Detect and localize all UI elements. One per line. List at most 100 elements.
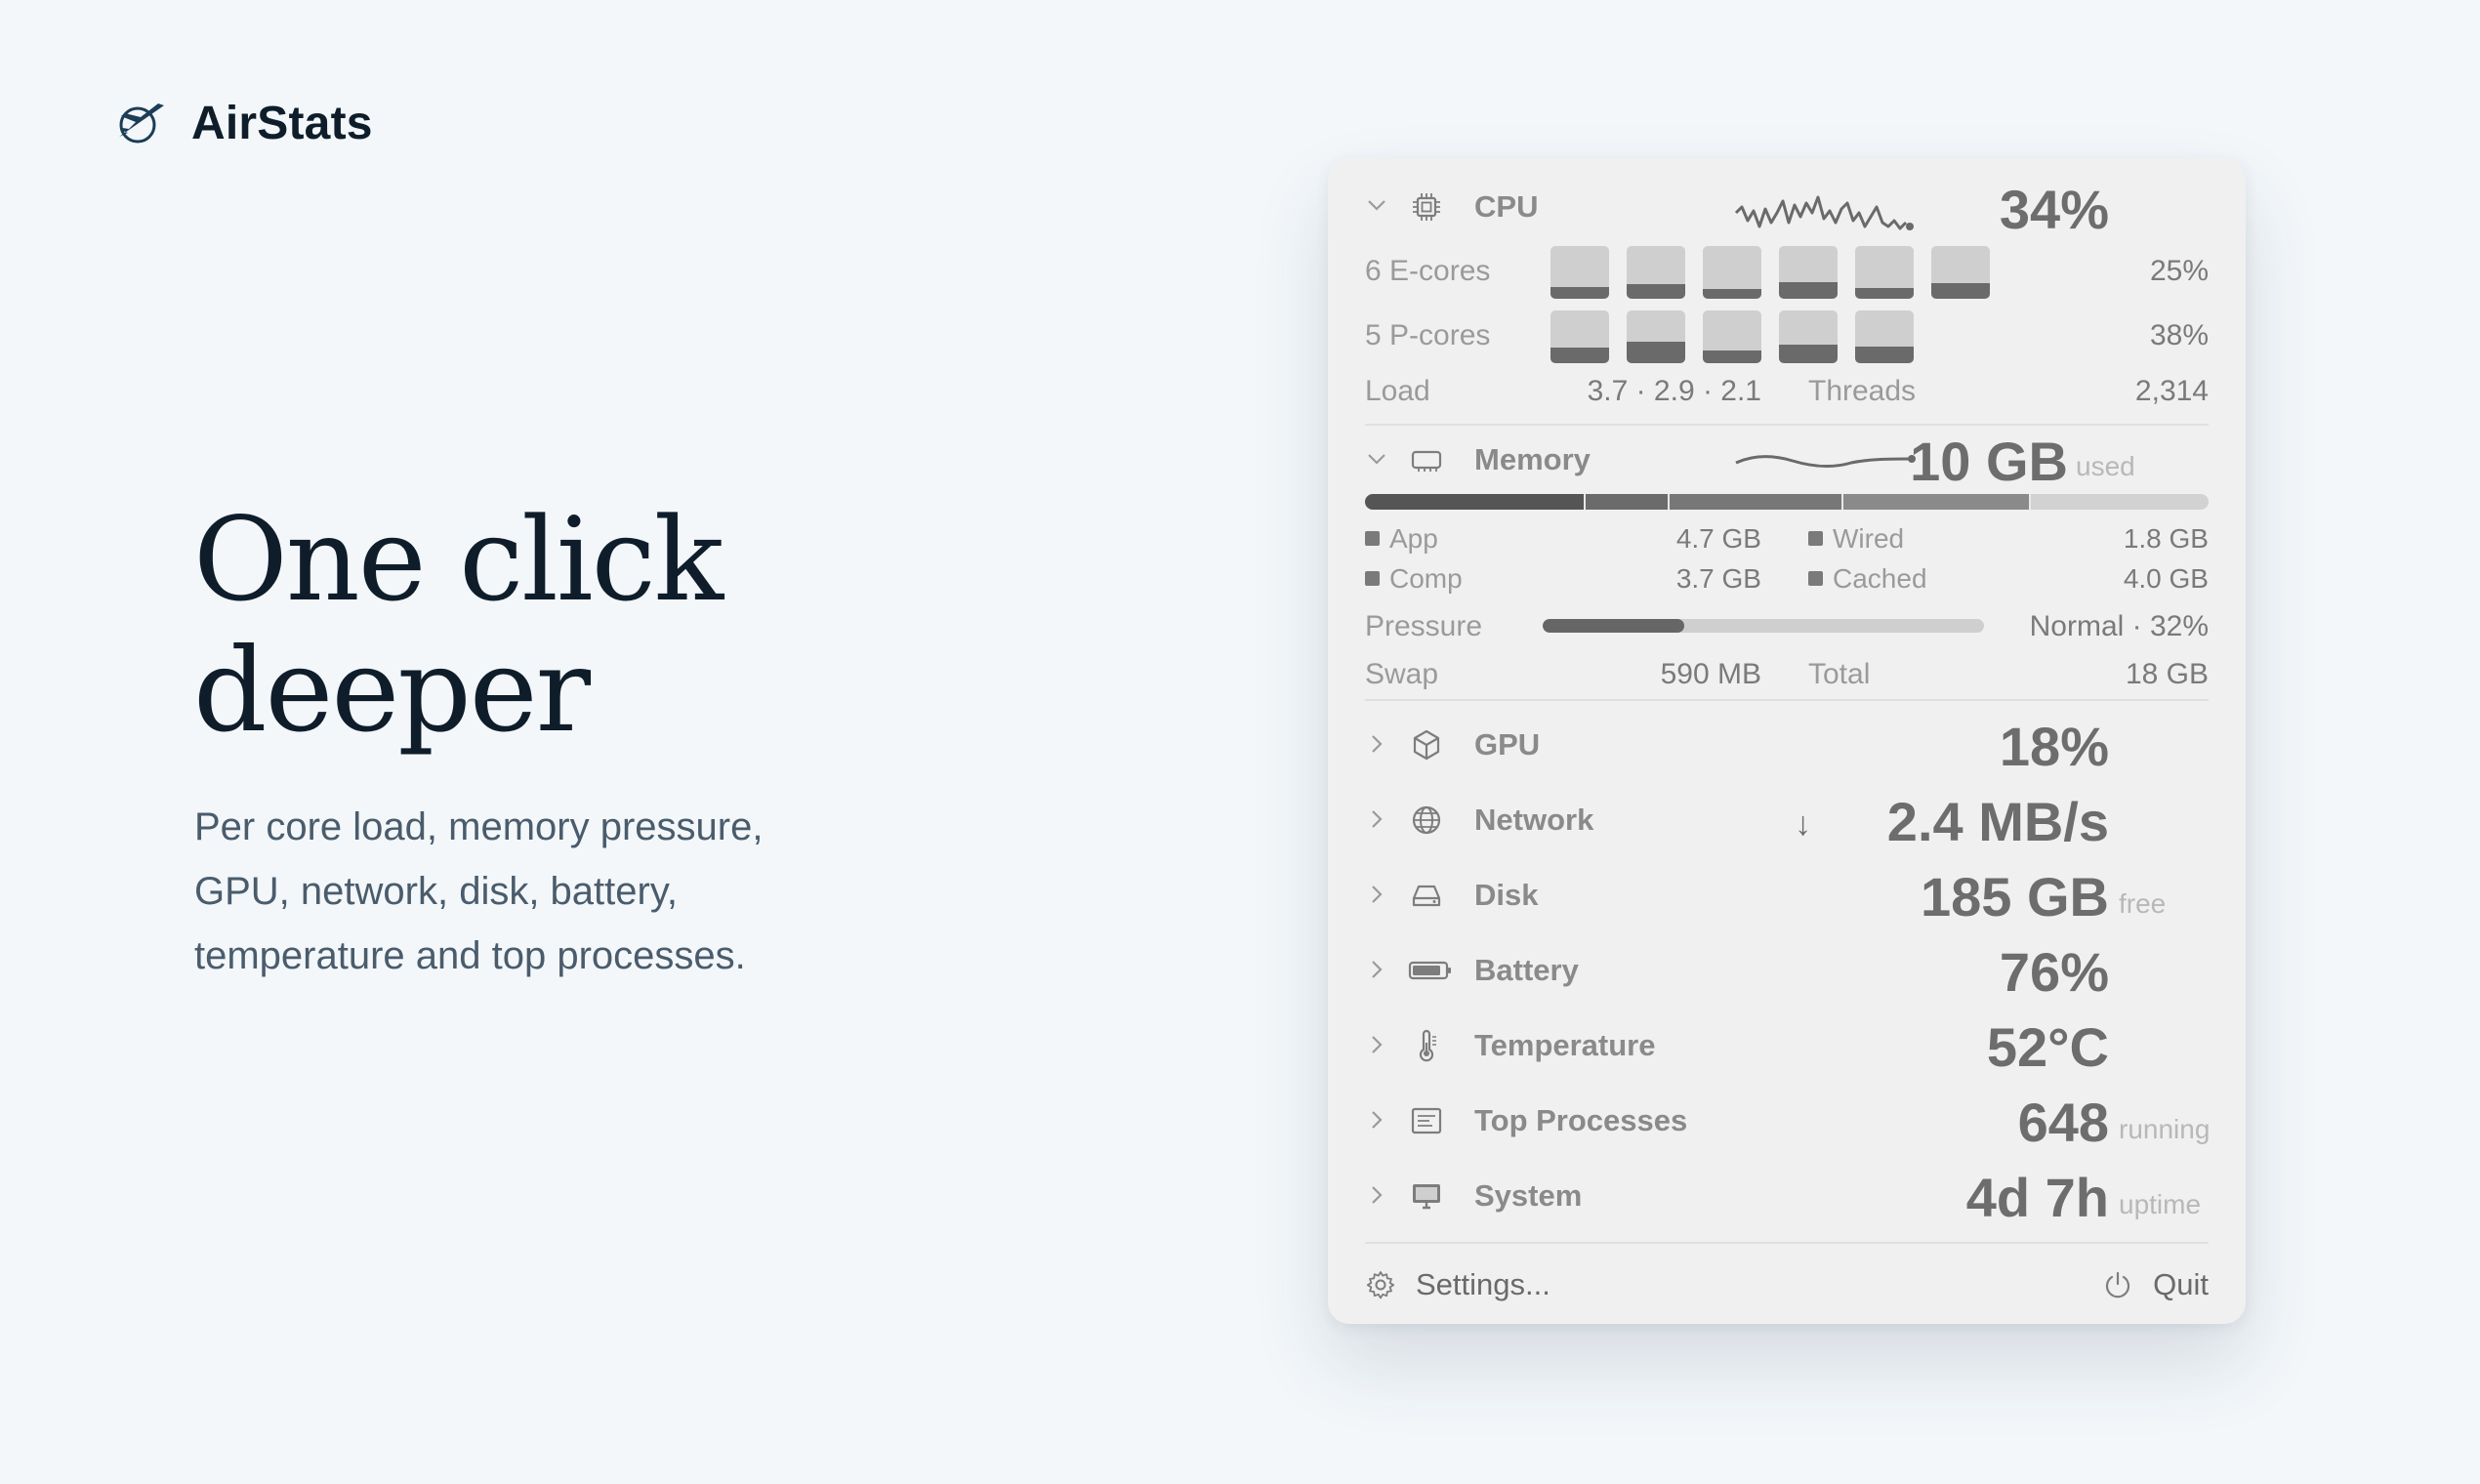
legend-wired: Wired <box>1808 523 1904 555</box>
chevron-right-icon <box>1372 1186 1383 1204</box>
legend-cached: Cached <box>1808 563 1927 595</box>
swap-label: Swap <box>1365 658 1439 690</box>
pressure-value: Normal · 32% <box>2029 610 2209 642</box>
chevron-right-icon <box>1372 961 1383 978</box>
quit-button[interactable]: Quit <box>2102 1267 2209 1302</box>
row-disk-label: Disk <box>1474 878 1539 912</box>
legend-swatch <box>1365 531 1380 547</box>
brand[interactable]: AirStats <box>111 94 373 152</box>
chevron-right-icon <box>1372 1036 1383 1053</box>
legend-app-label: App <box>1389 523 1438 554</box>
ecore-core-5 <box>1855 246 1914 299</box>
hero-subtitle-line-1: Per core load, memory pressure, <box>194 805 764 848</box>
legend-comp-value: 3.7 GB <box>1675 563 1761 594</box>
row-top-processes-value: 648 <box>2017 1092 2109 1153</box>
globe-icon <box>1412 805 1441 835</box>
settings-label: Settings... <box>1416 1267 1550 1301</box>
cpu-value: 34% <box>1999 179 2109 240</box>
load-label: Load <box>1365 375 1430 407</box>
memory-segment-cached <box>1842 494 2031 510</box>
total-value: 18 GB <box>2125 658 2209 690</box>
threads-value: 2,314 <box>2134 375 2209 407</box>
pcore-core-load <box>1627 342 1685 363</box>
pcore-core-1 <box>1550 310 1609 363</box>
legend-wired-value: 1.8 GB <box>2123 523 2209 554</box>
row-disk[interactable]: Disk 185 GB free <box>1365 861 2209 929</box>
pcores-label: 5 P-cores <box>1365 319 1491 351</box>
memory-icon <box>1411 450 1442 472</box>
row-system-unit: uptime <box>2119 1189 2202 1219</box>
pressure-label: Pressure <box>1365 610 1483 642</box>
row-battery-label: Battery <box>1474 953 1579 987</box>
row-battery-value: 76% <box>1999 941 2109 1003</box>
row-network-value: 2.4 MB/s <box>1886 791 2109 852</box>
row-top-processes[interactable]: Top Processes 648 running <box>1365 1087 2211 1155</box>
legend-swatch <box>1808 571 1823 587</box>
hero-title-line-2: deeper <box>193 623 591 758</box>
ecore-core-load <box>1779 281 1838 299</box>
ecores-value: 25% <box>2149 255 2209 287</box>
quit-label: Quit <box>2153 1267 2209 1301</box>
legend-comp: Comp <box>1365 563 1463 595</box>
row-temperature[interactable]: Temperature 52°C <box>1365 1011 2209 1080</box>
pcore-core-5 <box>1855 310 1914 363</box>
pcore-core-2 <box>1627 310 1685 363</box>
ecore-core-load <box>1627 283 1685 299</box>
thermometer-icon <box>1419 1029 1436 1062</box>
row-gpu[interactable]: GPU 18% <box>1365 711 2209 779</box>
hero-title-line-1: One click <box>193 492 723 627</box>
memory-segment-comp <box>1669 494 1843 510</box>
threads-label: Threads <box>1808 375 1917 407</box>
memory-segment-wired <box>1585 494 1670 510</box>
hero-title: One click deeper <box>193 494 1072 756</box>
cpu-label: CPU <box>1474 189 1539 224</box>
pressure-fill <box>1543 619 1684 633</box>
row-top-processes-unit: running <box>2119 1114 2211 1144</box>
ecore-core-load <box>1703 289 1761 299</box>
ecores-bars <box>1550 246 2009 301</box>
legend-cached-value: 4.0 GB <box>2123 563 2209 594</box>
pcores-value: 38% <box>2149 319 2209 351</box>
legend-cached-label: Cached <box>1833 563 1927 594</box>
chevron-down-icon[interactable] <box>1365 193 1388 217</box>
row-battery[interactable]: Battery 76% <box>1365 936 2209 1005</box>
ecore-core-load <box>1855 288 1914 299</box>
pcore-core-4 <box>1779 310 1838 363</box>
row-temperature-label: Temperature <box>1474 1028 1656 1062</box>
gear-icon <box>1366 1271 1395 1299</box>
chevron-down-icon[interactable] <box>1365 447 1388 471</box>
settings-button[interactable]: Settings... <box>1365 1267 1550 1302</box>
pressure-bar <box>1543 619 1984 633</box>
chevron-right-icon <box>1372 886 1383 903</box>
total-label: Total <box>1808 658 1871 690</box>
hero-subtitle: Per core load, memory pressure, GPU, net… <box>194 795 897 988</box>
legend-wired-label: Wired <box>1833 523 1905 554</box>
divider <box>1365 1242 2209 1244</box>
drive-icon <box>1412 885 1441 907</box>
row-system[interactable]: System 4d 7h uptime <box>1365 1162 2209 1230</box>
chevron-right-icon <box>1372 1111 1383 1129</box>
row-gpu-value: 18% <box>1999 716 2109 777</box>
pcore-core-load <box>1855 346 1914 363</box>
legend-swatch <box>1808 531 1823 547</box>
row-disk-value: 185 GB <box>1921 866 2109 928</box>
chevron-right-icon <box>1372 810 1383 828</box>
plane-logo-icon <box>119 103 164 144</box>
memory-unit: used <box>2076 451 2135 481</box>
ecores-label: 6 E-cores <box>1365 255 1491 287</box>
pcore-core-load <box>1703 350 1761 363</box>
swap-value: 590 MB <box>1660 658 1761 690</box>
legend-app-value: 4.7 GB <box>1675 523 1761 554</box>
hero-subtitle-line-3: temperature and top processes. <box>194 934 746 977</box>
row-system-value: 4d 7h <box>1965 1167 2109 1228</box>
row-temperature-value: 52°C <box>1986 1016 2109 1078</box>
cube-icon <box>1413 729 1440 761</box>
pcore-core-load <box>1550 347 1609 363</box>
row-network[interactable]: Network ↓ 2.4 MB/s <box>1365 786 2209 854</box>
ecore-core-load <box>1550 287 1609 299</box>
brand-name: AirStats <box>191 97 373 149</box>
legend-app: App <box>1365 523 1438 555</box>
load-value: 3.7 · 2.9 · 2.1 <box>1587 375 1761 407</box>
memory-label: Memory <box>1474 442 1591 476</box>
pcore-core-load <box>1779 345 1838 363</box>
